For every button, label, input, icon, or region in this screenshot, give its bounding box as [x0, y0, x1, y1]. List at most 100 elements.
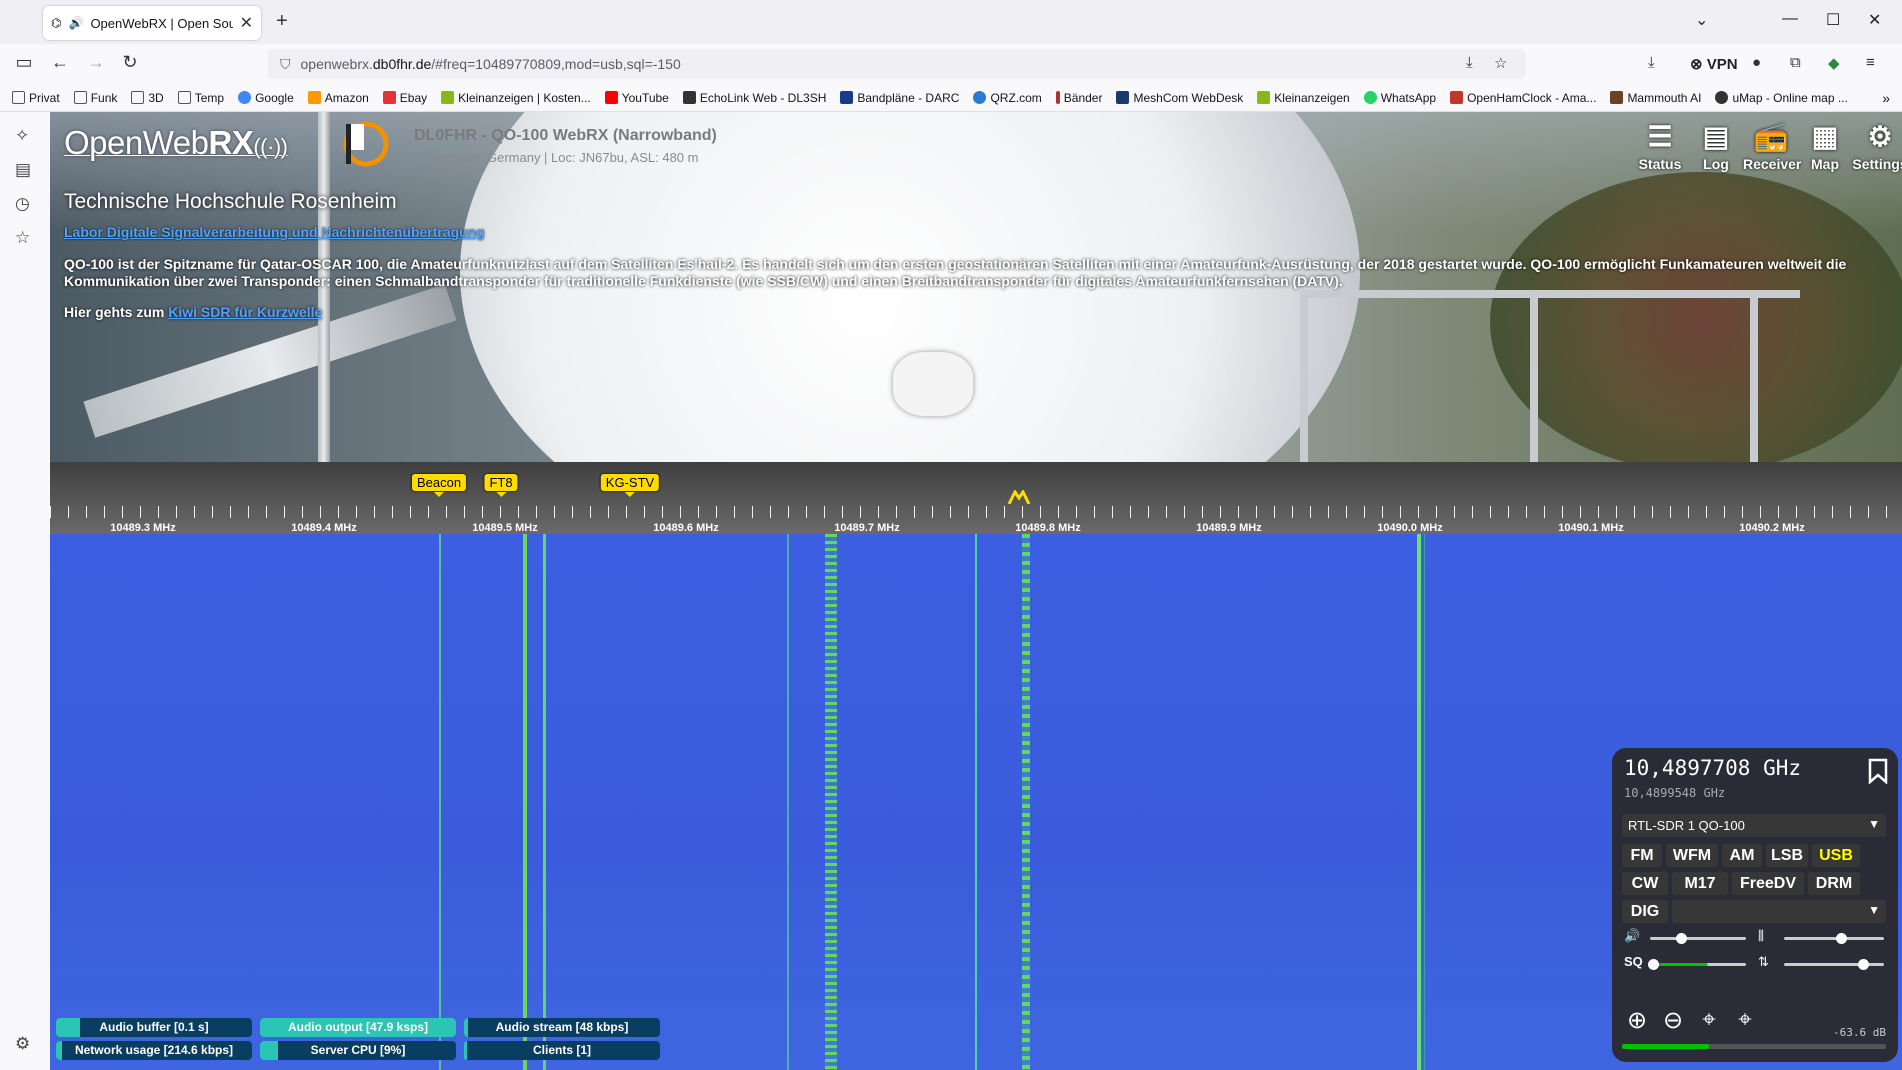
mode-m17-button[interactable]: M17 — [1672, 872, 1728, 895]
bookmark-item[interactable]: OpenHamClock - Ama... — [1450, 91, 1596, 105]
bookmark-kg-stv[interactable]: KG-STV — [600, 474, 660, 497]
close-tab-icon[interactable]: ✕ — [240, 13, 253, 33]
tick-label: 10490.1 MHz — [1558, 522, 1624, 534]
more-bookmarks-icon[interactable]: » — [1882, 90, 1890, 106]
nr-knob[interactable] — [1836, 933, 1847, 944]
bookmark-item[interactable]: QRZ.com — [973, 91, 1042, 105]
openhamclock-icon — [1450, 91, 1464, 104]
maximize-icon[interactable]: ☐ — [1826, 10, 1840, 30]
bookmark-item[interactable]: Amazon — [307, 91, 369, 105]
gain-slider[interactable] — [1784, 959, 1884, 970]
bookmarks-icon[interactable]: ☆ — [15, 228, 30, 248]
bookmark-ft8[interactable]: FT8 — [484, 474, 518, 497]
shield-icon[interactable]: ⛉ — [280, 56, 291, 73]
bookmark-item[interactable]: Ebay — [382, 91, 427, 105]
mode-cw-button[interactable]: CW — [1622, 872, 1668, 895]
menu-icon[interactable]: ≡ — [1866, 54, 1875, 71]
waterfall-signal — [1022, 534, 1030, 1070]
bookmark-item[interactable]: Funk — [73, 91, 117, 105]
status-button[interactable]: ☰ Status — [1632, 118, 1688, 172]
waterfall-signal — [1424, 534, 1425, 1070]
forward-icon[interactable]: → — [84, 52, 108, 73]
ai-chatbot-icon[interactable]: ✧ — [15, 126, 29, 146]
waterfall-signal — [975, 534, 977, 1070]
frequency-scale[interactable]: Beacon FT8 KG-STV 10489.3 MHz 10489.4 MH… — [50, 462, 1902, 534]
nr-slider[interactable] — [1784, 933, 1884, 944]
bookmark-star-icon[interactable]: ☆ — [1494, 54, 1507, 72]
settings-button[interactable]: ⚙Settings — [1852, 118, 1902, 172]
zoom-full-icon[interactable]: ⌖ — [1730, 1006, 1760, 1034]
account-icon[interactable]: ● — [1752, 54, 1761, 71]
bookmark-item[interactable]: Kleinanzeigen — [1257, 91, 1350, 105]
back-icon[interactable]: ← — [48, 52, 72, 73]
waterfall-signal — [787, 534, 789, 1070]
nr-icon[interactable]: ⫼ — [1758, 928, 1764, 944]
mode-drm-button[interactable]: DRM — [1808, 872, 1860, 895]
mode-wfm-button[interactable]: WFM — [1666, 844, 1718, 867]
sidebar-toggle-icon[interactable]: ▭ — [12, 52, 36, 73]
squelch-slider[interactable] — [1648, 959, 1746, 970]
bookmark-item[interactable]: 3D — [131, 91, 164, 105]
sidebar-settings-icon[interactable]: ⚙ — [15, 1034, 30, 1054]
kiwi-link[interactable]: Kiwi SDR für Kurzwelle — [168, 304, 322, 320]
extension-shield-icon[interactable]: ◆ — [1828, 54, 1840, 72]
zoom-out-icon[interactable]: ⊖ — [1658, 1006, 1688, 1035]
zoom-to-signal-icon[interactable]: ⌖ — [1694, 1006, 1724, 1034]
bookmark-item[interactable]: MeshCom WebDesk — [1116, 91, 1243, 105]
bookmark-item[interactable]: EchoLink Web - DL3SH — [682, 91, 826, 105]
mode-lsb-button[interactable]: LSB — [1766, 844, 1808, 867]
mode-fm-button[interactable]: FM — [1622, 844, 1662, 867]
lab-link[interactable]: Labor Digitale Signalverarbeitung und Na… — [64, 224, 485, 240]
install-page-icon[interactable]: ⤓ — [1466, 54, 1473, 71]
bookmark-item[interactable]: Google — [238, 91, 294, 105]
gain-knob[interactable] — [1858, 959, 1869, 970]
openwebrx-logo[interactable]: OpenWebRX((·)) — [64, 124, 288, 162]
squelch-icon[interactable]: SQ — [1624, 954, 1643, 969]
bookmark-item[interactable]: Temp — [177, 91, 224, 105]
gain-icon[interactable]: ⇅ — [1758, 954, 1769, 970]
digital-mode-select[interactable]: ▼ — [1672, 900, 1886, 923]
vpn-button[interactable]: ⊗ VPN — [1690, 55, 1738, 73]
openwebrx-favicon-icon: ⌬ — [51, 16, 62, 30]
volume-icon[interactable]: 🔊 — [1624, 928, 1640, 944]
bookmark-item[interactable]: YouTube — [604, 91, 669, 105]
pin-icon — [1055, 91, 1060, 104]
frequency-display[interactable]: 10,4897708 GHz — [1624, 756, 1801, 780]
browser-tab[interactable]: ⌬ 🔊 OpenWebRX | Open Source ✕ — [43, 6, 261, 40]
volume-slider[interactable] — [1650, 933, 1746, 944]
bookmark-icon[interactable] — [1868, 758, 1888, 784]
extensions-icon[interactable]: ⧉ — [1790, 54, 1801, 71]
synced-tabs-icon[interactable]: ▤ — [15, 160, 31, 180]
bookmark-item[interactable]: uMap - Online map ... — [1715, 91, 1848, 105]
tuning-marker-icon[interactable] — [1007, 490, 1031, 504]
speaker-icon[interactable]: 🔊 — [68, 16, 83, 30]
bookmark-item[interactable]: Mammouth AI — [1610, 91, 1701, 105]
new-tab-icon[interactable]: + — [276, 10, 288, 33]
bookmark-beacon[interactable]: Beacon — [411, 474, 467, 497]
window-close-icon[interactable]: ✕ — [1868, 10, 1881, 30]
bookmark-item[interactable]: WhatsApp — [1363, 91, 1436, 105]
profile-select[interactable]: RTL-SDR 1 QO-100 ▼ — [1622, 814, 1886, 837]
squelch-knob[interactable] — [1648, 959, 1659, 970]
bookmark-item[interactable]: Bänder — [1055, 91, 1102, 105]
downloads-icon[interactable]: ⤓ — [1648, 54, 1655, 71]
mode-am-button[interactable]: AM — [1722, 844, 1762, 867]
bookmark-item[interactable]: Privat — [12, 91, 60, 105]
list-tabs-icon[interactable]: ⌄ — [1695, 10, 1708, 30]
mode-dig-button[interactable]: DIG — [1622, 900, 1668, 923]
bookmark-item[interactable]: Kleinanzeigen | Kosten... — [441, 91, 591, 105]
zoom-in-icon[interactable]: ⊕ — [1622, 1006, 1652, 1035]
mode-usb-button[interactable]: USB — [1812, 844, 1860, 867]
mode-freedv-button[interactable]: FreeDV — [1732, 872, 1804, 895]
log-button[interactable]: ▤ Log — [1688, 118, 1744, 172]
minimize-icon[interactable]: — — [1782, 10, 1798, 28]
history-icon[interactable]: ◷ — [15, 194, 30, 214]
volume-knob[interactable] — [1675, 933, 1687, 944]
reload-icon[interactable]: ↻ — [118, 52, 142, 73]
address-bar[interactable]: ⛉ openwebrx. db0fhr.de/#freq=10489770809,… — [268, 49, 1526, 79]
bookmark-item[interactable]: Bandpläne - DARC — [840, 91, 959, 105]
audio-output-bar: Audio output [47.9 ksps] — [260, 1018, 456, 1037]
map-button[interactable]: ▦ Map — [1797, 118, 1853, 172]
receiver-button[interactable]: 📻 Receiver — [1743, 118, 1801, 172]
tick-label: 10489.9 MHz — [1196, 522, 1262, 534]
